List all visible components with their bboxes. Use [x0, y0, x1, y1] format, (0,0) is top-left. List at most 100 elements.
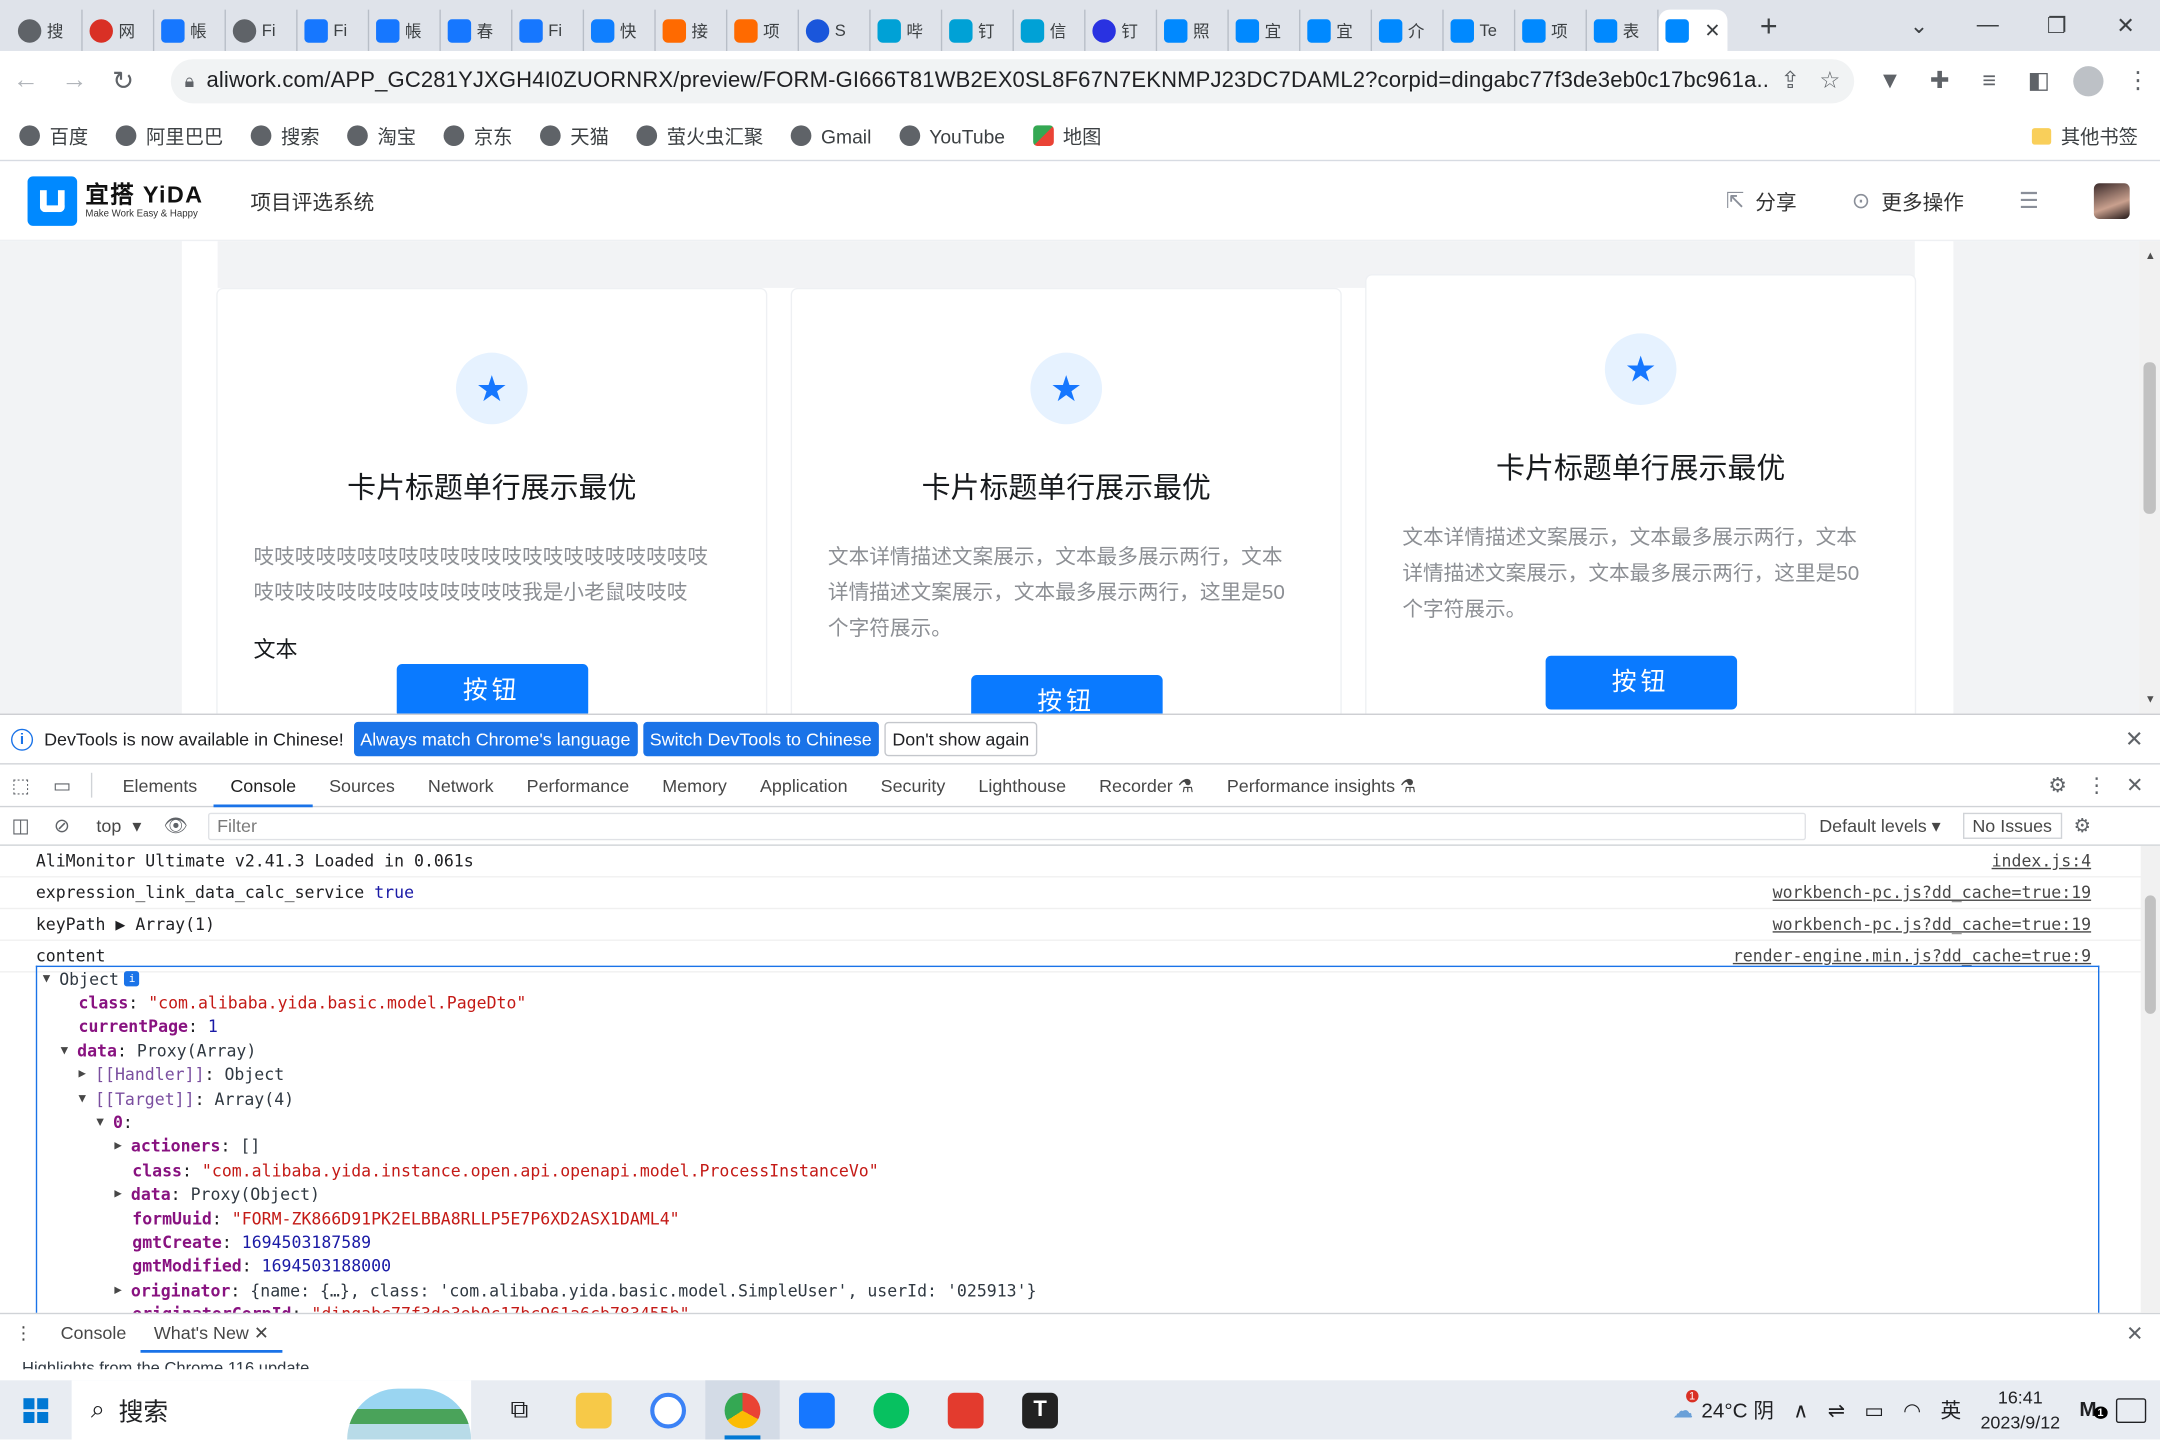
bookmark-item[interactable]: 天猫	[539, 122, 609, 150]
ime-indicator[interactable]: 英	[1940, 1395, 1961, 1424]
browser-tab[interactable]: Te	[1444, 9, 1516, 51]
live-expression-eye-icon[interactable]: 👁︎	[155, 814, 196, 837]
tree-row[interactable]: ▼ [[Target]]: Array(4)	[37, 1087, 2098, 1111]
tree-row[interactable]: ▼ Object i	[37, 967, 2098, 991]
tree-row[interactable]: ▼ data: Proxy(Array)	[37, 1039, 2098, 1063]
card-button[interactable]: 按钮	[970, 674, 1162, 714]
tree-row[interactable]: ▼ 0:	[37, 1111, 2098, 1135]
yida-logo[interactable]: 宜搭 YiDA Make Work Easy & Happy	[27, 176, 204, 226]
browser-tab[interactable]: 帳	[154, 9, 226, 51]
devtools-tab[interactable]: Performance insights ⚗	[1210, 764, 1432, 807]
card-button[interactable]: 按钮	[1544, 655, 1737, 710]
drawer-menu-icon[interactable]: ⋮	[0, 1322, 47, 1344]
bookmark-item[interactable]: YouTube	[898, 125, 1005, 147]
avatar[interactable]	[2093, 183, 2130, 220]
start-button[interactable]	[0, 1380, 72, 1439]
log-text[interactable]: keyPath ▶ Array(1)	[36, 915, 215, 934]
lock-icon[interactable]: 🔒︎	[185, 70, 195, 92]
typora-icon[interactable]: T	[1003, 1380, 1077, 1439]
browser-tab[interactable]: 照	[1157, 9, 1229, 51]
wechat-icon[interactable]	[854, 1380, 928, 1439]
devtools-menu-icon[interactable]: ⋮	[2086, 773, 2107, 797]
browser-tab[interactable]: 宜	[1300, 9, 1373, 51]
browser-tab[interactable]: 网	[83, 9, 155, 51]
issues-button[interactable]: No Issues	[1962, 812, 2062, 839]
devtools-tab[interactable]: Recorder ⚗	[1083, 764, 1211, 807]
devtools-tab[interactable]: Performance	[510, 764, 646, 807]
close-drawer-icon[interactable]: ✕	[2126, 1321, 2143, 1345]
log-levels-dropdown[interactable]: Default levels ▾	[1819, 815, 1940, 837]
close-window-icon[interactable]: ✕	[2091, 0, 2160, 51]
browser-tab[interactable]: 快	[584, 9, 656, 51]
browser-tab-active[interactable]: ✕	[1658, 9, 1728, 51]
devtools-tab[interactable]: Console	[213, 764, 313, 807]
extensions-puzzle-icon[interactable]: ✚	[1918, 59, 1962, 103]
browser-tab[interactable]: 信	[1014, 9, 1086, 51]
new-tab-button[interactable]: +	[1744, 0, 1794, 51]
filter-input[interactable]: Filter	[207, 812, 1806, 840]
browser-tab[interactable]: 春	[441, 9, 513, 51]
address-bar[interactable]: 🔒︎ aliwork.com/APP_GC281YJXGH4I0ZUORNRX/…	[170, 59, 1855, 104]
other-bookmarks[interactable]: 其他书签	[2031, 122, 2138, 150]
browser-tab[interactable]: Fi	[226, 9, 298, 51]
drawer-tab-whats-new[interactable]: What's New ✕	[140, 1314, 284, 1353]
back-icon[interactable]: ←	[3, 58, 49, 105]
file-explorer-icon[interactable]	[557, 1380, 631, 1439]
clear-console-icon[interactable]: ⊘	[41, 814, 82, 837]
task-view-icon[interactable]: ⧉	[482, 1380, 556, 1439]
settings-gear-icon[interactable]: ⚙	[2048, 773, 2067, 797]
chrome-icon[interactable]	[705, 1380, 780, 1440]
forward-icon[interactable]: →	[51, 58, 97, 105]
restore-icon[interactable]: ❐	[2022, 0, 2091, 51]
browser-tab[interactable]: 钉	[1086, 9, 1158, 51]
chrome-menu-icon[interactable]: ⋮	[2116, 59, 2160, 103]
console-scroll-thumb[interactable]	[2144, 895, 2156, 1014]
bookmark-item[interactable]: 淘宝	[347, 122, 416, 150]
tree-row[interactable]: ▶ [[Handler]]: Object	[37, 1063, 2098, 1087]
close-infobar-icon[interactable]: ✕	[2125, 725, 2143, 753]
browser-tab[interactable]: 接	[656, 9, 728, 51]
devtools-tab[interactable]: Lighthouse	[962, 764, 1083, 807]
browser-tab[interactable]: S	[799, 9, 871, 51]
browser-tab[interactable]: 表	[1587, 9, 1659, 51]
minimize-icon[interactable]: —	[1953, 0, 2022, 51]
bookmark-star-icon[interactable]: ☆	[1819, 67, 1840, 95]
wps-icon[interactable]	[928, 1380, 1002, 1439]
bookmark-item[interactable]: 百度	[19, 122, 88, 150]
tree-row[interactable]: ▶ originator: {name: {…}, class: 'com.ali…	[37, 1278, 2098, 1302]
taskbar-search[interactable]: ⌕ 搜索	[71, 1380, 472, 1440]
device-toolbar-icon[interactable]: ▭	[41, 773, 82, 796]
drawer-tab-console[interactable]: Console	[47, 1314, 140, 1353]
tree-row[interactable]: ▶ data: Proxy(Object)	[37, 1183, 2098, 1207]
side-panel-icon[interactable]: ◧	[2017, 59, 2061, 103]
bookmark-item[interactable]: 萤火虫汇聚	[636, 122, 763, 150]
devtools-tab[interactable]: Memory	[646, 764, 744, 807]
show-hidden-icons-icon[interactable]: ∧	[1793, 1398, 1808, 1422]
scroll-down-icon[interactable]: ▼	[2145, 693, 2156, 705]
dont-show-again-button[interactable]: Don't show again	[884, 721, 1038, 757]
browser-tab[interactable]: 项	[727, 9, 799, 51]
console-settings-icon[interactable]: ⚙	[2062, 814, 2103, 837]
close-tab-icon[interactable]: ✕	[1704, 19, 1720, 42]
browser-tab[interactable]: 钉	[942, 9, 1014, 51]
media-queue-icon[interactable]: ≡	[1967, 59, 2011, 103]
browser-tab[interactable]: 哔	[871, 9, 943, 51]
browser-tab[interactable]: 宜	[1229, 9, 1301, 51]
sidebar-toggle-icon[interactable]: ◫	[0, 814, 41, 837]
log-source-link[interactable]: workbench-pc.js?dd_cache=true:19	[1773, 883, 2091, 902]
extension-v-icon[interactable]: ▼	[1868, 59, 1912, 103]
bookmark-item[interactable]: Gmail	[790, 125, 871, 147]
log-source-link[interactable]: index.js:4	[1992, 851, 2092, 870]
bookmark-item[interactable]: 地图	[1032, 122, 1101, 150]
context-selector[interactable]: top ▾	[96, 815, 141, 837]
info-badge-icon[interactable]: i	[124, 971, 140, 987]
close-devtools-icon[interactable]: ✕	[2126, 773, 2143, 797]
share-page-icon[interactable]: ⇪	[1780, 67, 1800, 95]
devtools-tab[interactable]: Application	[743, 764, 864, 807]
card-button[interactable]: 按钮	[396, 663, 588, 714]
battery-icon[interactable]: ▭	[1864, 1398, 1884, 1422]
devtools-tab[interactable]: Network	[411, 764, 510, 807]
log-source-link[interactable]: workbench-pc.js?dd_cache=true:19	[1773, 915, 2091, 934]
ime-logo-icon[interactable]: M1	[2079, 1398, 2108, 1422]
always-match-language-button[interactable]: Always match Chrome's language	[353, 721, 638, 757]
